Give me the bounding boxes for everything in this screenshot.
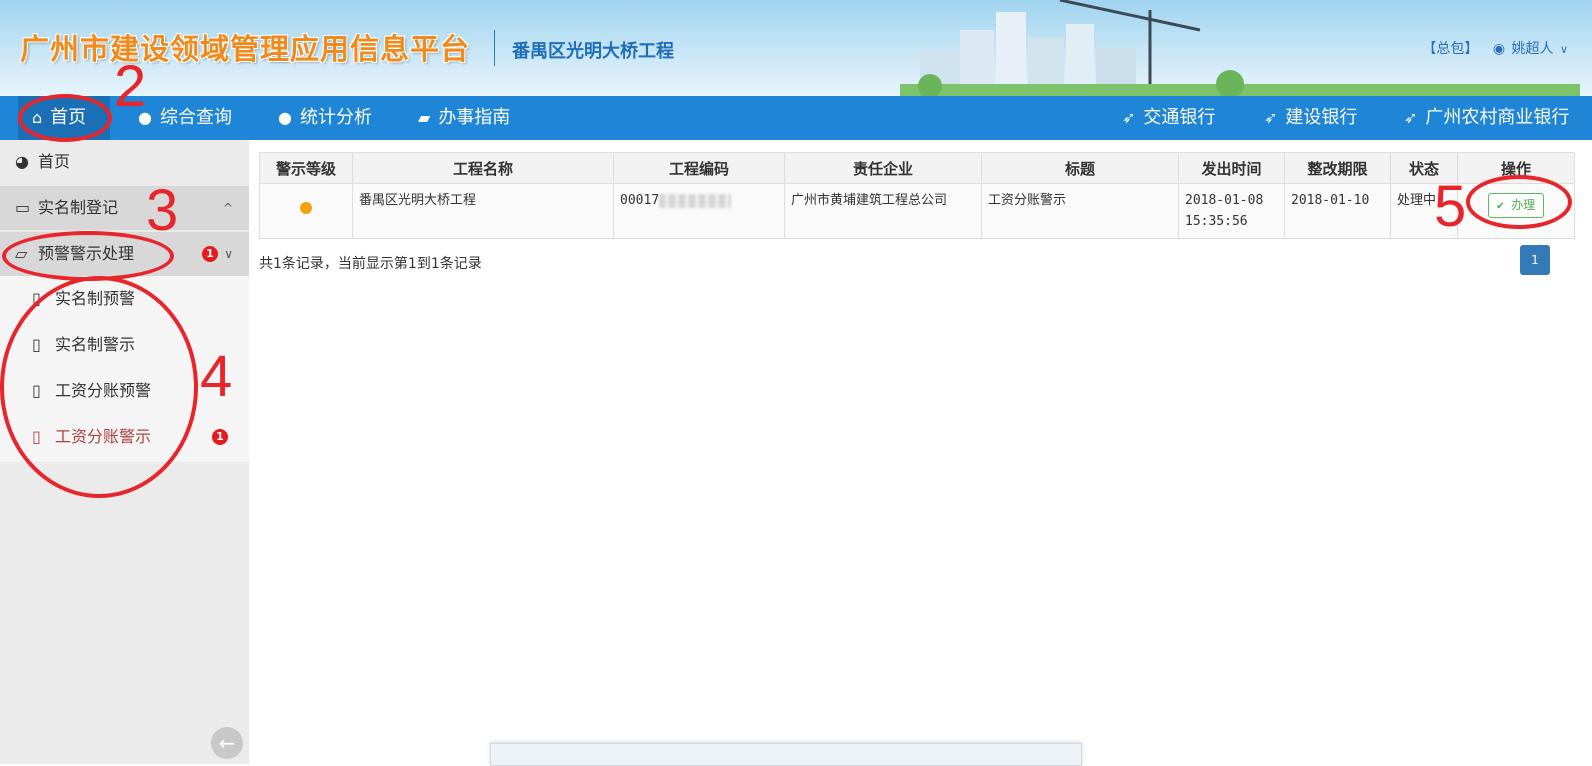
platform-title: 广州市建设领域管理应用信息平台: [20, 32, 471, 66]
nav-item-guide[interactable]: ▰ 办事指南: [418, 96, 510, 140]
table-header-row: 警示等级 工程名称 工程编码 责任企业 标题 发出时间 整改期限 状态 操作: [259, 152, 1575, 184]
column-header: 工程名称: [352, 152, 614, 184]
chevron-down-icon: ∨: [1559, 43, 1568, 56]
nav-label: 统计分析: [299, 107, 372, 128]
header-divider: [494, 30, 495, 66]
nav-label: 交通银行: [1143, 107, 1216, 128]
column-header: 发出时间: [1178, 152, 1285, 184]
book-icon: ▰: [418, 108, 431, 127]
chevron-up-icon: ^: [222, 201, 233, 215]
project-name: 番禺区光明大桥工程: [512, 41, 674, 62]
main-nav: ⌂ 首页 ● 综合查询 ● 统计分析 ▰ 办事指南 ➶ 交通银行 ➶ 建设银行 ➶ 广州农村商…: [0, 96, 1592, 140]
nav-item-bank-grcb[interactable]: ➶ 广州农村商业银行: [1404, 96, 1569, 140]
annotation-circle-5: [1466, 175, 1572, 229]
nav-label: 办事指南: [438, 107, 511, 128]
arrow-left-icon[interactable]: ←: [211, 727, 243, 759]
annotation-number-4: 4: [200, 344, 233, 409]
nav-label: 广州农村商业银行: [1425, 107, 1570, 128]
nav-item-stats[interactable]: ● 统计分析: [278, 96, 372, 140]
notification-badge: 1: [212, 429, 228, 445]
sidebar-item-home[interactable]: ◕ 首页: [0, 140, 249, 184]
send-icon: ➶: [1404, 108, 1418, 127]
user-area: 【总包】 ◉ 姚超人 ∨: [1412, 38, 1568, 58]
column-header: 标题: [981, 152, 1179, 184]
column-header: 责任企业: [784, 152, 982, 184]
nav-item-bank-comm[interactable]: ➶ 交通银行: [1122, 96, 1215, 140]
warning-level-dot: [300, 202, 312, 214]
page-button[interactable]: 1: [1520, 245, 1550, 275]
deadline-cell: 2018-01-10: [1284, 183, 1391, 239]
project-name-cell: 番禺区光明大桥工程: [352, 183, 614, 239]
user-menu[interactable]: ◉ 姚超人 ∨: [1493, 41, 1568, 57]
send-icon: ➶: [1122, 108, 1136, 127]
warning-table: 警示等级 工程名称 工程编码 责任企业 标题 发出时间 整改期限 状态 操作 番…: [259, 152, 1575, 239]
main-content: 警示等级 工程名称 工程编码 责任企业 标题 发出时间 整改期限 状态 操作 番…: [249, 140, 1592, 764]
bottom-panel-edge: [490, 743, 1082, 766]
user-icon: ◉: [1492, 41, 1506, 57]
folder-icon: ▭: [15, 198, 31, 217]
user-name: 姚超人: [1511, 41, 1554, 57]
sidebar-item-label: 首页: [38, 152, 71, 171]
table-row: 番禺区光明大桥工程 00017 广州市黄埔建筑工程总公司 工资分账警示 2018…: [259, 183, 1575, 239]
nav-item-bank-ccb[interactable]: ➶ 建设银行: [1264, 96, 1357, 140]
send-icon: ➶: [1264, 108, 1278, 127]
notification-badge: 1: [202, 246, 218, 262]
header-banner: 广州市建设领域管理应用信息平台 番禺区光明大桥工程 【总包】 ◉ 姚超人 ∨: [0, 0, 1592, 96]
company-cell: 广州市黄埔建筑工程总公司: [784, 183, 982, 239]
annotation-circle-4: [0, 276, 198, 498]
record-summary: 共1条记录，当前显示第1到1条记录: [259, 256, 482, 272]
column-header: 警示等级: [259, 152, 353, 184]
annotation-circle-3: [2, 231, 174, 281]
annotation-circle-2: [18, 94, 112, 142]
annotation-number-3: 3: [146, 178, 179, 243]
nav-label: 综合查询: [159, 107, 232, 128]
annotation-number-5: 5: [1434, 174, 1467, 239]
redacted-code: [659, 193, 732, 208]
nav-label: 建设银行: [1285, 107, 1358, 128]
role-link[interactable]: 【总包】: [1422, 41, 1478, 57]
level-cell: [259, 183, 353, 239]
column-header: 工程编码: [613, 152, 785, 184]
title-cell: 工资分账警示: [981, 183, 1179, 239]
sidebar-group-realname[interactable]: ▭ 实名制登记 ^: [0, 186, 249, 230]
sidebar-item-label: 实名制登记: [38, 198, 119, 217]
globe-icon: ●: [278, 108, 292, 127]
nav-item-query[interactable]: ● 综合查询: [138, 96, 232, 140]
annotation-number-2: 2: [114, 54, 147, 119]
column-header: 整改期限: [1284, 152, 1391, 184]
chevron-down-icon: ∨: [224, 247, 233, 261]
project-code: 0001: [620, 193, 652, 208]
issued-time-cell: 2018-01-08 15:35:56: [1178, 183, 1285, 239]
project-code-cell: 00017: [613, 183, 785, 239]
dashboard-icon: ◕: [15, 152, 29, 171]
